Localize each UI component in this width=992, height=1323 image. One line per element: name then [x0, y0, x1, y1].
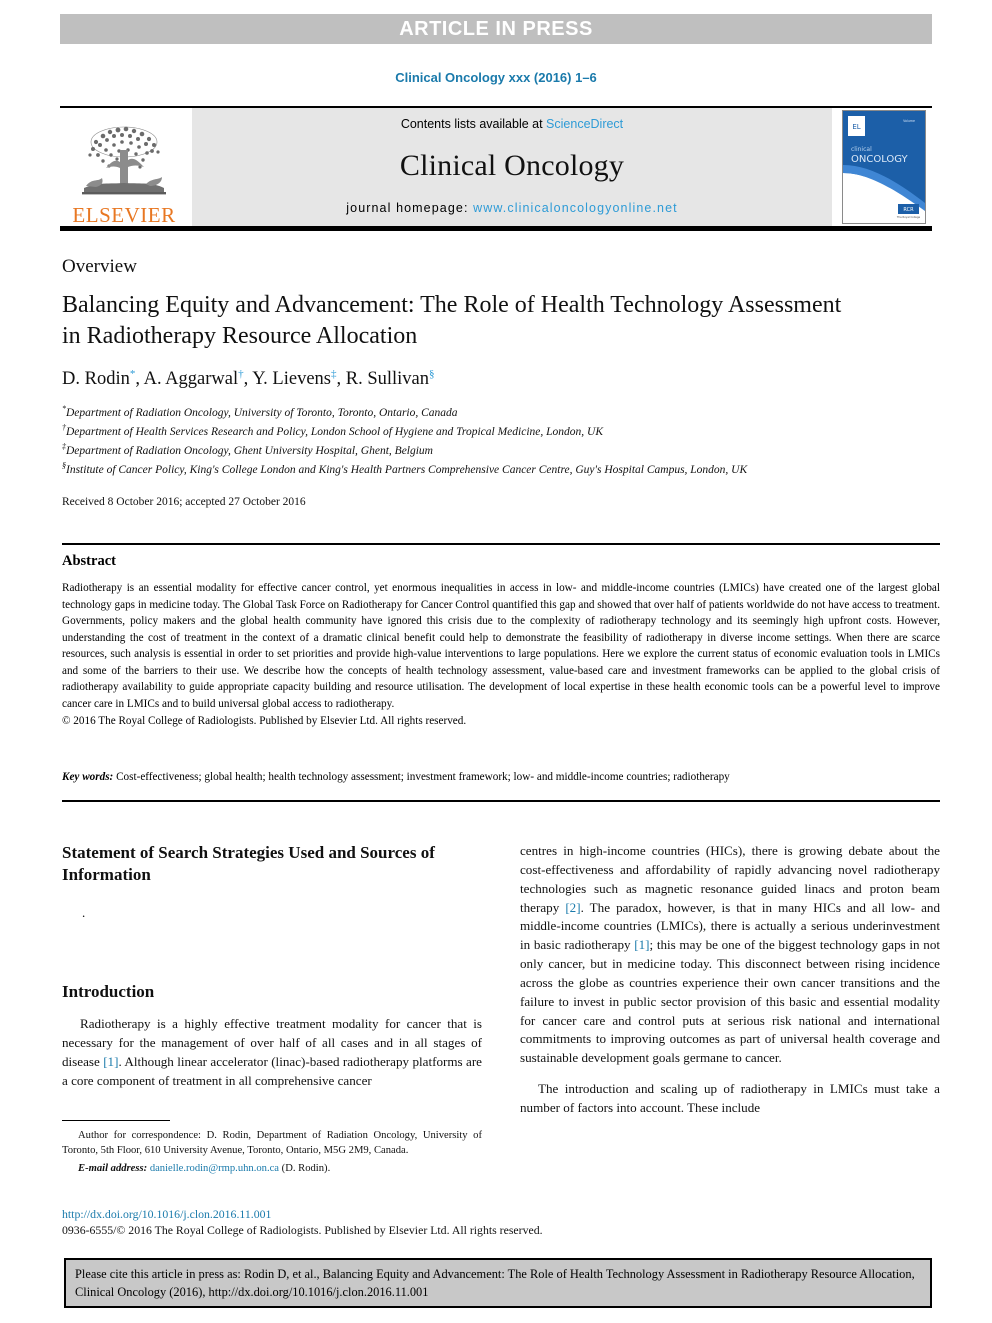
body-columns: Statement of Search Strategies Used and …: [62, 842, 940, 1118]
section-heading-search-strategies: Statement of Search Strategies Used and …: [62, 843, 435, 885]
abstract-heading: Abstract: [62, 553, 116, 569]
affiliation-text: Institute of Cancer Policy, King's Colle…: [66, 463, 748, 476]
journal-cover: EL clinical ONCOLOGY Volume RCR The Roya…: [836, 108, 932, 226]
correspondence-footnote: Author for correspondence: D. Rodin, Dep…: [62, 1120, 482, 1176]
email-line: E-mail address: danielle.rodin@rmp.uhn.o…: [62, 1161, 482, 1176]
svg-text:clinical: clinical: [851, 146, 872, 153]
doi-footer: http://dx.doi.org/10.1016/j.clon.2016.11…: [62, 1207, 662, 1239]
journal-homepage-line: journal homepage: www.clinicaloncologyon…: [346, 201, 677, 215]
paragraph-right-2: The introduction and scaling up of radio…: [520, 1081, 940, 1115]
paragraph-intro: Radiotherapy is a highly effective treat…: [62, 1015, 482, 1090]
footnote-rule: [62, 1120, 170, 1121]
svg-text:RCR: RCR: [903, 207, 914, 213]
issn-copyright-line: 0936-6555/© 2016 The Royal College of Ra…: [62, 1222, 543, 1237]
email-label: E-mail address:: [78, 1162, 148, 1174]
author-marker-3: §: [429, 367, 435, 380]
author-sep-0: ,: [135, 369, 144, 390]
affiliation-list: *Department of Radiation Oncology, Unive…: [62, 403, 942, 479]
intro-text-part2: . Although linear accelerator (linac)-ba…: [62, 1053, 482, 1088]
journal-homepage-link[interactable]: www.clinicaloncologyonline.net: [473, 201, 678, 215]
doi-link[interactable]: http://dx.doi.org/10.1016/j.clon.2016.11…: [62, 1207, 662, 1223]
author-sep-2: ,: [336, 369, 346, 390]
right-text-c: ; this may be one of the biggest technol…: [520, 937, 940, 1066]
article-type: Overview: [62, 256, 137, 277]
article-header: Overview Balancing Equity and Advancemen…: [62, 256, 942, 508]
paragraph-right-1: centres in high-income countries (HICs),…: [520, 842, 940, 1068]
affiliation-text: Department of Health Services Research a…: [66, 425, 604, 438]
reference-link-1[interactable]: [1]: [103, 1054, 118, 1069]
elsevier-tree-icon: [82, 126, 166, 195]
elsevier-wordmark: ELSEVIER: [72, 203, 176, 227]
cite-this-article-text: Please cite this article in press as: Ro…: [75, 1267, 915, 1299]
abstract-copyright: © 2016 The Royal College of Radiologists…: [62, 714, 467, 727]
masthead-bottom-rule: [60, 226, 932, 231]
journal-title: Clinical Oncology: [399, 149, 625, 182]
author-sep-1: ,: [243, 369, 253, 390]
correspondence-text: Author for correspondence: D. Rodin, Dep…: [62, 1130, 482, 1157]
author-name-2: Y. Lievens: [252, 369, 331, 390]
author-list: D. Rodin*, A. Aggarwal†, Y. Lievens‡, R.…: [62, 368, 942, 390]
journal-band: Contents lists available at ScienceDirec…: [192, 108, 832, 226]
affiliation-row: †Department of Health Services Research …: [62, 422, 942, 441]
author-name-0: D. Rodin: [62, 369, 130, 390]
affiliation-text: Department of Radiation Oncology, Univer…: [66, 406, 458, 419]
masthead-body: ELSEVIER Contents lists available at Sci…: [60, 108, 932, 226]
svg-text:The Royal College: The Royal College: [897, 215, 921, 219]
section-heading-introduction: Introduction: [62, 982, 155, 1002]
keywords-line: Key words: Cost-effectiveness; global he…: [62, 771, 940, 783]
svg-text:ONCOLOGY: ONCOLOGY: [851, 154, 909, 165]
journal-cover-thumbnail: EL clinical ONCOLOGY Volume RCR The Roya…: [842, 110, 926, 224]
keywords-label: Key words:: [62, 771, 114, 783]
search-strategies-body: .: [82, 905, 86, 921]
article-page: ARTICLE IN PRESS Clinical Oncology xxx (…: [0, 0, 992, 1323]
cite-this-article-box: Please cite this article in press as: Ro…: [64, 1258, 932, 1308]
sciencedirect-link[interactable]: ScienceDirect: [546, 117, 623, 131]
elsevier-logo: ELSEVIER: [60, 108, 188, 226]
running-head: Clinical Oncology xxx (2016) 1–6: [395, 70, 597, 85]
reference-link-1b[interactable]: [1]: [634, 937, 649, 952]
contents-available-line: Contents lists available at ScienceDirec…: [401, 117, 623, 131]
journal-cover-art: EL clinical ONCOLOGY Volume RCR The Roya…: [843, 111, 925, 223]
journal-masthead: ELSEVIER Contents lists available at Sci…: [60, 106, 932, 231]
abstract-section: Abstract Radiotherapy is an essential mo…: [62, 553, 940, 729]
affiliation-row: *Department of Radiation Oncology, Unive…: [62, 403, 942, 422]
left-column: Statement of Search Strategies Used and …: [62, 842, 482, 1118]
author-name-3: R. Sullivan: [345, 369, 430, 390]
article-title: Balancing Equity and Advancement: The Ro…: [62, 292, 842, 350]
svg-text:EL: EL: [852, 123, 860, 131]
abstract-body: Radiotherapy is an essential modality fo…: [62, 582, 940, 711]
right-column: centres in high-income countries (HICs),…: [520, 842, 940, 1118]
homepage-prefix: journal homepage:: [346, 201, 474, 215]
keywords-value: Cost-effectiveness; global health; healt…: [116, 771, 730, 783]
contents-prefix: Contents lists available at: [400, 117, 547, 131]
author-name-1: A. Aggarwal: [143, 369, 239, 390]
abstract-bottom-rule: [62, 800, 940, 802]
received-accepted-line: Received 8 October 2016; accepted 27 Oct…: [62, 495, 306, 508]
affiliation-row: ‡Department of Radiation Oncology, Ghent…: [62, 441, 942, 460]
article-in-press-banner: ARTICLE IN PRESS: [60, 14, 932, 44]
email-link[interactable]: danielle.rodin@rmp.uhn.on.ca: [150, 1163, 279, 1174]
affiliation-row: §Institute of Cancer Policy, King's Coll…: [62, 460, 942, 479]
reference-link-2[interactable]: [2]: [565, 900, 580, 915]
svg-text:Volume: Volume: [903, 119, 915, 123]
abstract-top-rule: [62, 543, 940, 545]
email-suffix: (D. Rodin).: [279, 1162, 331, 1174]
affiliation-text: Department of Radiation Oncology, Ghent …: [66, 444, 433, 457]
